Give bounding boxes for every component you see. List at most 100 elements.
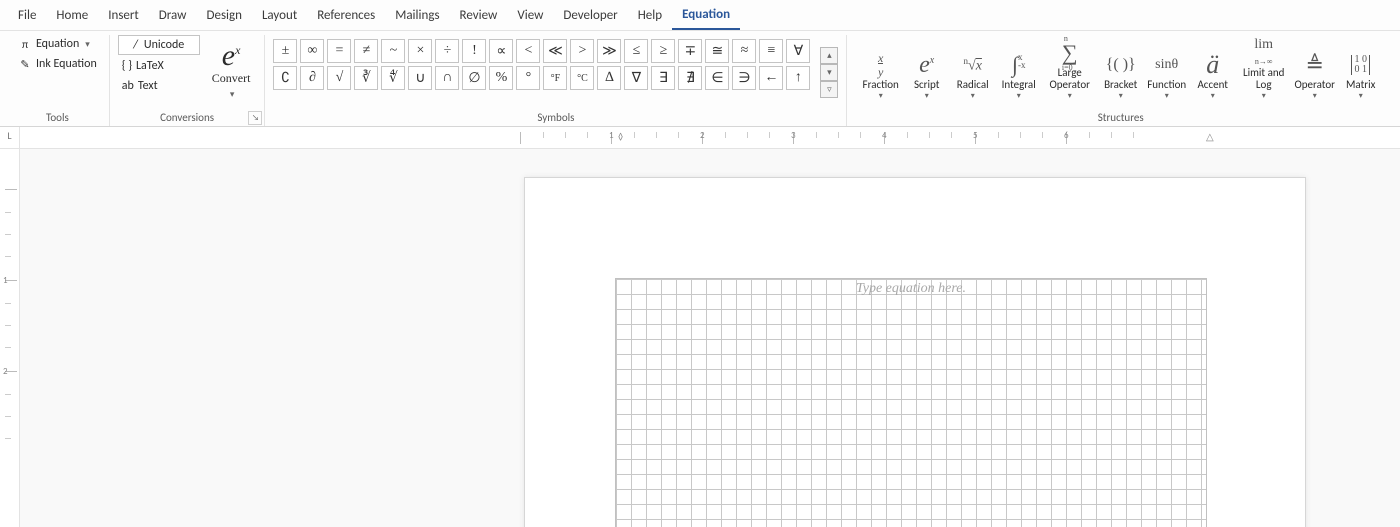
symbols-scroll-up[interactable]: ▴ [820, 47, 838, 64]
v-ruler-tick: 2 [5, 371, 17, 462]
structure-fraction[interactable]: xyFraction [859, 51, 903, 101]
chevron-down-icon [1359, 91, 1363, 101]
horizontal-ruler[interactable]: ◊ △ 123456 [20, 127, 1400, 149]
tab-home[interactable]: Home [46, 0, 98, 30]
symbol-cell[interactable]: < [516, 39, 540, 63]
symbol-cell[interactable]: ∓ [678, 39, 702, 63]
convert-button[interactable]: ex Convert [206, 35, 257, 101]
large-operator-icon: ∑ni=0 [1062, 39, 1078, 67]
symbol-cell[interactable]: ← [759, 66, 783, 90]
symbol-cell[interactable]: % [489, 66, 513, 90]
symbol-cell[interactable]: ~ [381, 39, 405, 63]
symbol-cell[interactable]: ≫ [597, 39, 621, 63]
symbol-cell[interactable]: ° [516, 66, 540, 90]
tab-mailings[interactable]: Mailings [385, 0, 449, 30]
symbol-cell[interactable]: ≠ [354, 39, 378, 63]
symbol-cell[interactable]: ≈ [732, 39, 756, 63]
document-area[interactable]: Type equation here. [20, 149, 1400, 527]
symbol-cell[interactable]: ∜ [381, 66, 405, 90]
symbol-cell[interactable]: ∞ [300, 39, 324, 63]
symbol-cell[interactable]: ∂ [300, 66, 324, 90]
tab-design[interactable]: Design [196, 0, 251, 30]
symbol-cell[interactable]: ∁ [273, 66, 297, 90]
structure-integral[interactable]: ∫x-xIntegral [997, 51, 1041, 101]
structure-matrix[interactable]: 1 00 1Matrix [1339, 51, 1383, 101]
group-symbols: ±∞=≠~×÷!∝<≪>≫≤≥∓≅≈≡∀ ∁∂√∛∜∪∩∅%°°F°C∆∇∃∄∈∋… [265, 35, 847, 126]
chevron-down-icon [1262, 91, 1266, 101]
symbols-more[interactable]: ▿ [820, 81, 838, 98]
structure-operator[interactable]: ≜Operator [1293, 51, 1337, 101]
tab-insert[interactable]: Insert [98, 0, 149, 30]
symbol-cell[interactable]: °C [570, 66, 594, 90]
symbol-cell[interactable]: ∃ [651, 66, 675, 90]
tab-file[interactable]: File [8, 0, 46, 30]
h-ruler-tick: 3 [793, 132, 884, 144]
symbol-cell[interactable]: ∄ [678, 66, 702, 90]
symbol-cell[interactable]: ≡ [759, 39, 783, 63]
tab-draw[interactable]: Draw [149, 0, 197, 30]
symbol-cell[interactable]: °F [543, 66, 567, 90]
conversions-dialog-launcher[interactable]: ↘ [248, 111, 262, 125]
symbol-cell[interactable]: ∆ [597, 66, 621, 90]
structure-limit-and-log[interactable]: limn→∞Limit and Log [1237, 39, 1291, 101]
tab-review[interactable]: Review [450, 0, 508, 30]
h-ruler-number: 3 [791, 130, 796, 141]
text-option[interactable]: ab Text [118, 77, 200, 95]
equation-input-box[interactable]: Type equation here. [615, 278, 1207, 527]
symbol-cell[interactable]: ± [273, 39, 297, 63]
symbol-cell[interactable]: ∩ [435, 66, 459, 90]
symbol-cell[interactable]: ! [462, 39, 486, 63]
symbol-cell[interactable]: ∅ [462, 66, 486, 90]
accent-icon: ä [1206, 51, 1219, 79]
structure-radical[interactable]: n√xRadical [951, 51, 995, 101]
symbol-cell[interactable]: ≅ [705, 39, 729, 63]
symbol-cell[interactable]: ÷ [435, 39, 459, 63]
symbol-cell[interactable]: ∋ [732, 66, 756, 90]
latex-label: LaTeX [136, 59, 164, 73]
symbol-cell[interactable]: = [327, 39, 351, 63]
symbol-cell[interactable]: ↑ [786, 66, 810, 90]
symbol-cell[interactable]: ≪ [543, 39, 567, 63]
symbol-cell[interactable]: ∀ [786, 39, 810, 63]
tab-help[interactable]: Help [628, 0, 672, 30]
pi-icon: π [18, 37, 32, 51]
v-ruler-tick: 1 [5, 280, 17, 371]
equation-label: Equation [36, 37, 79, 51]
symbol-cell[interactable]: ∪ [408, 66, 432, 90]
structure-bracket[interactable]: {( )}Bracket [1099, 51, 1143, 101]
ribbon: π Equation ✎ Ink Equation Tools / Unicod… [0, 31, 1400, 127]
symbol-cell[interactable]: ≥ [651, 39, 675, 63]
text-label: Text [138, 79, 158, 93]
tab-equation[interactable]: Equation [672, 0, 740, 30]
tab-references[interactable]: References [307, 0, 385, 30]
structure-function[interactable]: sinθFunction [1145, 51, 1189, 101]
unicode-option[interactable]: / Unicode [118, 35, 200, 55]
symbol-cell[interactable]: ≤ [624, 39, 648, 63]
vertical-ruler[interactable]: 12 [0, 149, 20, 527]
latex-option[interactable]: { } LaTeX [118, 57, 200, 75]
h-ruler-tick: 1 [611, 132, 702, 144]
tab-developer[interactable]: Developer [553, 0, 627, 30]
symbol-cell[interactable]: × [408, 39, 432, 63]
symbol-cell[interactable]: √ [327, 66, 351, 90]
operator-icon: ≜ [1305, 51, 1323, 79]
symbol-cell[interactable]: ∈ [705, 66, 729, 90]
structure-script[interactable]: exScript [905, 51, 949, 101]
chevron-down-icon [1313, 91, 1317, 101]
symbol-cell[interactable]: ∝ [489, 39, 513, 63]
right-indent-marker-icon[interactable]: △ [1206, 130, 1214, 143]
group-conversions-label: Conversions [160, 110, 214, 126]
symbol-cell[interactable]: > [570, 39, 594, 63]
v-ruler-number: 2 [3, 366, 8, 377]
page[interactable]: Type equation here. [524, 177, 1306, 527]
symbols-scroll-down[interactable]: ▾ [820, 64, 838, 81]
structure-accent[interactable]: äAccent [1191, 51, 1235, 101]
tab-layout[interactable]: Layout [252, 0, 307, 30]
ink-equation-button[interactable]: ✎ Ink Equation [14, 55, 101, 73]
symbol-cell[interactable]: ∇ [624, 66, 648, 90]
tab-view[interactable]: View [507, 0, 553, 30]
equation-menu[interactable]: π Equation [14, 35, 101, 53]
structure-large-operator[interactable]: ∑ni=0Large Operator [1043, 39, 1097, 101]
chevron-down-icon [228, 86, 235, 101]
symbol-cell[interactable]: ∛ [354, 66, 378, 90]
